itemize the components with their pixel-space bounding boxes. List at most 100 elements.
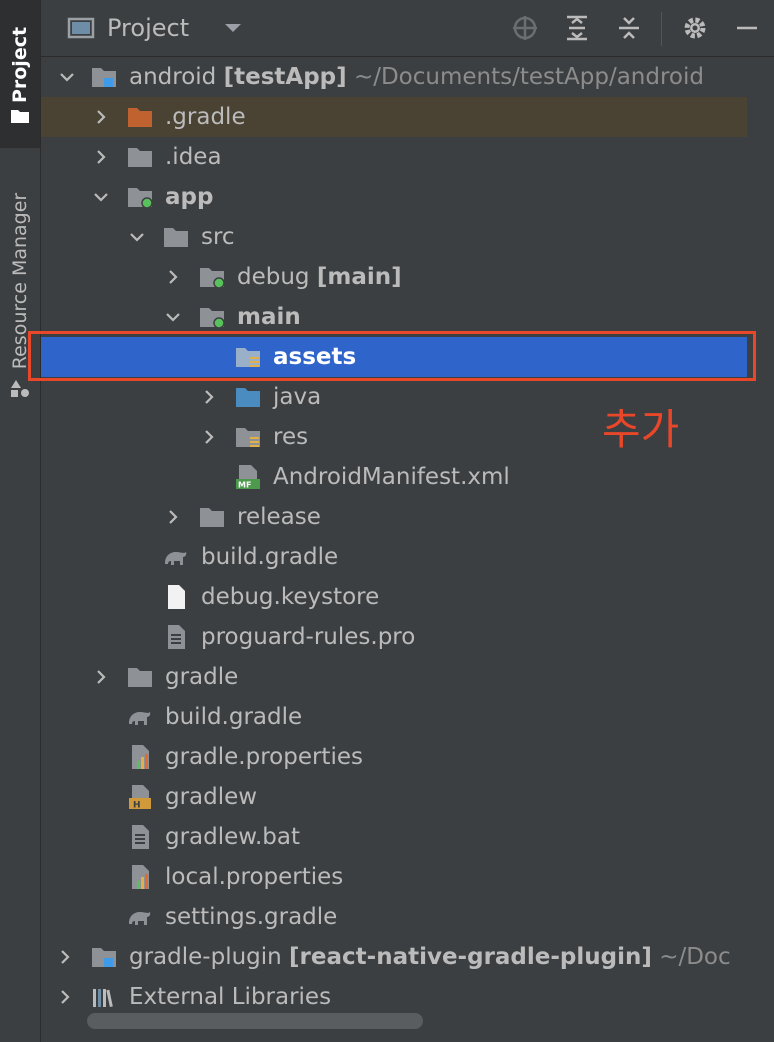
tree-row-gradlew-bat[interactable]: gradlew.bat — [41, 817, 747, 857]
annotation-highlight-box — [28, 331, 756, 381]
chevron-right-icon[interactable] — [164, 268, 182, 286]
folder-icon — [164, 228, 188, 247]
chevron-right-icon[interactable] — [164, 508, 182, 526]
tree-row-gradlew[interactable]: H gradlew — [41, 777, 747, 817]
properties-file-icon — [132, 745, 149, 769]
tree-row-label: android [testApp] ~/Documents/testApp/an… — [129, 64, 704, 90]
tree-row-debug-keystore[interactable]: debug.keystore — [41, 577, 747, 617]
tree-row-label: java — [273, 384, 322, 410]
chevron-right-icon[interactable] — [200, 388, 218, 406]
excluded-folder-icon — [128, 108, 152, 127]
module-folder-icon — [128, 188, 153, 209]
horizontal-scrollbar[interactable] — [87, 1013, 423, 1029]
library-icon — [93, 989, 113, 1008]
collapse-all-icon[interactable] — [615, 14, 643, 42]
tree-row-idea[interactable]: .idea — [41, 137, 747, 177]
tree-row-label: .gradle — [165, 104, 246, 130]
tree-row-label: build.gradle — [165, 704, 303, 730]
shapes-icon — [11, 380, 29, 397]
minimize-icon[interactable] — [733, 14, 761, 42]
gradle-elephant-icon — [165, 552, 187, 565]
tree-row-release[interactable]: release — [41, 497, 747, 537]
tree-row-label: res — [273, 424, 309, 450]
shell-script-icon: H — [129, 785, 151, 810]
folder-icon — [200, 508, 224, 527]
project-tab-label: Project — [9, 26, 31, 104]
tree-row-settings-gradle[interactable]: settings.gradle — [41, 897, 747, 937]
expand-all-icon[interactable] — [563, 14, 591, 42]
tree-row-label: build.gradle — [201, 544, 339, 570]
tree-row-debug[interactable]: debug [main] — [41, 257, 747, 297]
tree-row-label: gradlew.bat — [165, 824, 301, 850]
tool-window-strip: Project Resource Manager — [0, 0, 41, 1042]
tree-row-label: gradle-plugin [react-native-gradle-plugi… — [129, 944, 731, 970]
tree-row-build-gradle[interactable]: build.gradle — [41, 697, 747, 737]
source-folder-icon — [236, 388, 260, 407]
toolbar-divider — [661, 12, 662, 46]
annotation-label: 추가 — [602, 405, 680, 454]
dropdown-icon[interactable] — [219, 14, 247, 42]
chevron-down-icon[interactable] — [164, 308, 182, 326]
chevron-right-icon[interactable] — [92, 148, 110, 166]
tree-row-gradle-folder[interactable]: gradle — [41, 657, 747, 697]
folder-icon — [11, 110, 29, 123]
tree-row-proguard-rules[interactable]: proguard-rules.pro — [41, 617, 747, 657]
chevron-right-icon[interactable] — [56, 988, 74, 1006]
svg-text:MF: MF — [238, 481, 251, 490]
chevron-down-icon[interactable] — [92, 188, 110, 206]
tree-row-label: release — [237, 504, 321, 530]
tree-row-label: local.properties — [165, 864, 344, 890]
file-icon — [168, 585, 185, 609]
tree-row-label: gradle.properties — [165, 744, 363, 770]
chevron-right-icon[interactable] — [92, 668, 110, 686]
tree-row-label: .idea — [165, 144, 222, 170]
properties-file-icon — [132, 865, 149, 889]
text-file-icon — [168, 625, 185, 649]
project-view-icon — [67, 17, 95, 39]
tree-row-label: External Libraries — [129, 984, 332, 1010]
module-folder-icon — [92, 68, 116, 87]
project-panel: Project android [testApp] ~/Documents/te… — [41, 0, 774, 1042]
gear-icon[interactable] — [681, 14, 709, 42]
chevron-right-icon[interactable] — [92, 108, 110, 126]
tree-row-gradle-plugin[interactable]: gradle-plugin [react-native-gradle-plugi… — [41, 937, 747, 977]
tree-row-android[interactable]: android [testApp] ~/Documents/testApp/an… — [41, 57, 747, 97]
tree-row-label: gradle — [165, 664, 239, 690]
chevron-right-icon[interactable] — [200, 428, 218, 446]
project-view-title[interactable]: Project — [107, 14, 189, 42]
chevron-right-icon[interactable] — [56, 948, 74, 966]
module-folder-icon — [92, 948, 116, 967]
tree-row-gradle-properties[interactable]: gradle.properties — [41, 737, 747, 777]
tree-row-gradle-cache[interactable]: .gradle — [41, 97, 747, 137]
tree-row-label: debug [main] — [237, 264, 402, 290]
gradle-elephant-icon — [129, 712, 151, 725]
tree-row-src[interactable]: src — [41, 217, 747, 257]
chevron-down-icon[interactable] — [128, 228, 146, 246]
tree-row-label: gradlew — [165, 784, 258, 810]
tree-row-android-manifest[interactable]: MF AndroidManifest.xml — [41, 457, 747, 497]
module-folder-icon — [200, 268, 225, 289]
tree-row-app[interactable]: app — [41, 177, 747, 217]
tree-row-label: debug.keystore — [201, 584, 380, 610]
tree-row-external-libraries[interactable]: External Libraries — [41, 977, 747, 1012]
svg-text:H: H — [133, 801, 141, 810]
tree-row-label: src — [201, 224, 235, 250]
folder-icon — [128, 148, 152, 167]
tree-row-label: AndroidManifest.xml — [273, 464, 510, 490]
locate-icon[interactable] — [511, 14, 539, 42]
tree-row-label: app — [165, 184, 214, 210]
folder-icon — [128, 668, 152, 687]
tree-row-app-build-gradle[interactable]: build.gradle — [41, 537, 747, 577]
tree-row-local-properties[interactable]: local.properties — [41, 857, 747, 897]
project-tool-tab[interactable]: Project — [0, 0, 40, 148]
gradle-elephant-icon — [129, 912, 151, 925]
text-file-icon — [132, 825, 149, 849]
module-folder-icon — [200, 308, 225, 329]
chevron-down-icon[interactable] — [58, 68, 76, 86]
tree-row-label: settings.gradle — [165, 904, 338, 930]
manifest-file-icon: MF — [236, 465, 260, 490]
resources-folder-icon — [236, 428, 260, 447]
project-toolbar: Project — [41, 0, 774, 57]
project-tree: android [testApp] ~/Documents/testApp/an… — [41, 57, 747, 1012]
tree-row-label: proguard-rules.pro — [201, 624, 416, 650]
